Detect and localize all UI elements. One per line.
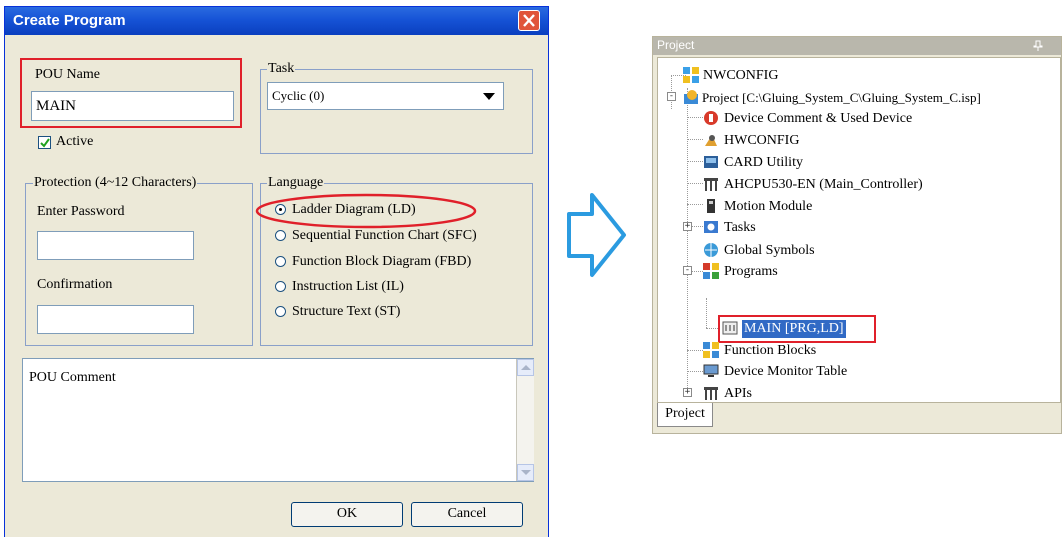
tree-item-label: Project [C:\Gluing_System_C\Gluing_Syste… [702,90,981,105]
tree-item-label: CARD Utility [724,155,803,170]
right-arrow-icon [567,193,626,277]
language-option-label: Instruction List (IL) [292,279,404,294]
confirmation-label: Confirmation [37,277,113,292]
tree-item-label: NWCONFIG [703,68,779,83]
checkmark-icon [40,138,50,148]
tree-item-card-utility[interactable]: CARD Utility [703,154,903,172]
tree-item-label: Programs [724,264,778,279]
project-icon [684,90,698,104]
task-legend: Task [267,61,296,77]
hardware-config-icon [705,135,717,146]
pou-comment-placeholder: POU Comment [29,370,116,385]
tree-line [687,161,703,162]
network-config-icon [683,67,699,83]
tree-line [687,117,703,118]
scroll-up-button[interactable] [517,359,534,376]
cancel-button[interactable]: Cancel [411,502,523,527]
task-select[interactable]: Cyclic (0) [267,82,504,110]
ld-highlight-ellipse [255,193,477,229]
pin-icon[interactable] [1033,40,1043,52]
tree-line [687,139,703,140]
language-option-fbd[interactable]: Function Block Diagram (FBD) [270,251,525,273]
scroll-down-button[interactable] [517,464,534,481]
enter-password-label: Enter Password [37,204,125,219]
tree-item-programs[interactable]: Programs [703,263,903,281]
chevron-down-icon[interactable] [483,93,495,101]
language-option-label: Function Block Diagram (FBD) [292,254,472,269]
pou-name-highlight [20,58,242,128]
tree-item-nwconfig[interactable]: NWCONFIG [683,67,883,85]
tree-line [687,350,703,351]
tree-item-apis[interactable]: APIs [703,385,903,403]
ok-button[interactable]: OK [291,502,403,527]
project-tree: NWCONFIG - Project [C:\Gluing_System_C\G… [657,57,1061,403]
dialog-title-bar[interactable]: Create Program [5,7,548,35]
create-program-dialog: Create Program POU Name MAIN Active Task… [4,6,549,537]
main-program-highlight [718,315,876,343]
device-comment-icon [704,111,718,125]
radio-st[interactable] [275,306,286,317]
protection-legend: Protection (4~12 Characters) [33,175,198,191]
tree-item-tasks[interactable]: Tasks [703,219,903,237]
language-legend: Language [267,175,325,191]
active-label: Active [56,134,94,149]
close-icon [523,14,535,27]
expand-tasks-toggle[interactable]: + [683,222,692,231]
tree-item-label: Device Monitor Table [724,364,848,379]
radio-il[interactable] [275,281,286,292]
arrow-down-icon [521,470,531,475]
programs-icon [703,263,719,279]
radio-sfc[interactable] [275,230,286,241]
close-button[interactable] [518,10,540,31]
tree-item-device-comment[interactable]: Device Comment & Used Device [703,110,963,128]
tree-item-label: Device Comment & Used Device [724,111,913,126]
project-panel-title: Project [657,38,695,52]
language-option-st[interactable]: Structure Text (ST) [270,301,525,323]
tree-line [687,183,703,184]
tree-item-label: Global Symbols [724,243,815,258]
tree-item-label: APIs [724,386,753,401]
tree-item-label: Function Blocks [724,343,817,358]
tasks-icon [704,221,718,233]
dialog-title: Create Program [13,12,126,29]
card-utility-icon [704,156,718,168]
language-option-il[interactable]: Instruction List (IL) [270,276,525,298]
tree-item-motion-module[interactable]: Motion Module [703,198,903,216]
apis-icon [704,387,718,400]
arrow-up-icon [521,365,531,370]
password-input[interactable] [37,231,194,260]
tree-item-device-monitor[interactable]: Device Monitor Table [703,363,923,381]
tree-item-label: AHCPU530-EN (Main_Controller) [724,177,923,192]
tree-item-label: HWCONFIG [724,133,800,148]
active-checkbox[interactable] [38,136,51,149]
project-panel-title-bar: Project [653,37,1061,55]
tree-item-label: Tasks [724,220,756,235]
project-panel: Project NWCONFIG - Project [C:\Gluing_Sy… [652,36,1062,434]
global-symbols-icon [704,243,718,257]
tree-line [687,204,703,205]
collapse-programs-toggle[interactable]: - [683,266,692,275]
tree-item-cpu[interactable]: AHCPU530-EN (Main_Controller) [703,176,1023,194]
confirmation-input[interactable] [37,305,194,334]
comment-scrollbar[interactable] [516,359,534,481]
tree-line [687,371,703,372]
language-option-label: Structure Text (ST) [292,304,401,319]
collapse-project-toggle[interactable]: - [667,92,676,101]
tree-line [687,88,688,394]
radio-fbd[interactable] [275,256,286,267]
task-select-value: Cyclic (0) [272,88,325,103]
tab-project[interactable]: Project [657,403,713,427]
tree-item-global-symbols[interactable]: Global Symbols [703,242,903,260]
tree-item-project[interactable]: Project [C:\Gluing_System_C\Gluing_Syste… [683,89,1062,107]
tree-item-function-blocks[interactable]: Function Blocks [703,342,903,360]
tree-item-hwconfig[interactable]: HWCONFIG [703,132,903,150]
cpu-icon [704,178,718,191]
tree-line [706,298,707,328]
expand-apis-toggle[interactable]: + [683,388,692,397]
function-blocks-icon [703,342,719,358]
tree-item-label: Motion Module [724,199,813,214]
device-monitor-icon [703,364,719,377]
pou-comment-textarea[interactable]: POU Comment [22,358,534,482]
motion-module-icon [707,199,715,213]
